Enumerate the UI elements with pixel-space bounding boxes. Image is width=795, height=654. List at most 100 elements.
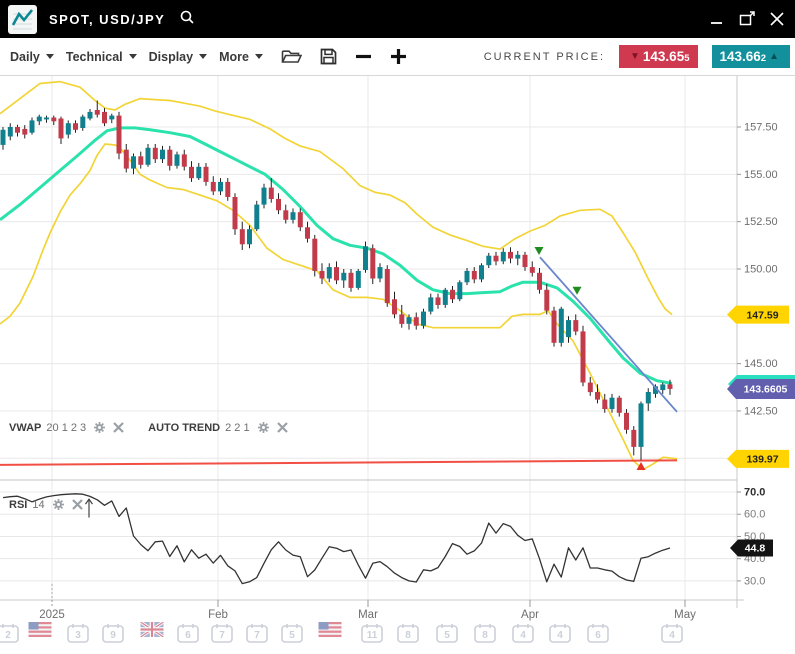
arrow-down-icon: ▼ bbox=[630, 51, 640, 62]
candle bbox=[218, 178, 223, 195]
candle bbox=[537, 268, 542, 294]
candle bbox=[59, 117, 64, 144]
candle bbox=[552, 307, 557, 347]
candle bbox=[639, 402, 644, 461]
ask-price-pip: 2 bbox=[761, 53, 766, 64]
calendar-event-icon[interactable]: 11 bbox=[360, 622, 384, 649]
svg-text:7: 7 bbox=[219, 630, 225, 641]
candle bbox=[320, 263, 325, 284]
calendar-event-icon[interactable]: 7 bbox=[210, 622, 234, 649]
calendar-event-icon[interactable]: 2 bbox=[0, 622, 20, 649]
menu-display[interactable]: Display bbox=[149, 50, 207, 64]
close-icon[interactable] bbox=[769, 11, 785, 27]
candle bbox=[298, 208, 303, 231]
minimize-icon[interactable] bbox=[709, 11, 725, 27]
candle bbox=[515, 251, 520, 265]
candle bbox=[349, 269, 354, 292]
candle bbox=[494, 252, 499, 265]
candle bbox=[167, 146, 172, 171]
candle bbox=[385, 265, 390, 307]
candle bbox=[341, 269, 346, 288]
candle bbox=[356, 269, 361, 290]
candle bbox=[66, 120, 71, 138]
svg-text:4: 4 bbox=[520, 630, 526, 641]
calendar-event-icon[interactable]: 9 bbox=[101, 622, 125, 649]
candle bbox=[8, 123, 13, 140]
us-flag-icon[interactable] bbox=[29, 622, 52, 642]
rsi-indicator-params: 14 bbox=[32, 499, 44, 511]
candle bbox=[450, 286, 455, 303]
candle bbox=[457, 280, 462, 301]
uk-flag-icon[interactable] bbox=[141, 622, 164, 642]
candle bbox=[501, 248, 506, 264]
calendar-event-icon[interactable]: 3 bbox=[66, 622, 90, 649]
vwap-settings-gear-icon[interactable] bbox=[93, 421, 106, 434]
candle bbox=[399, 305, 404, 328]
menu-technical-label: Technical bbox=[66, 50, 123, 64]
candle bbox=[146, 144, 151, 167]
chevron-down-icon bbox=[46, 54, 54, 59]
bid-price-badge: ▼ 143.65 5 bbox=[619, 45, 698, 68]
calendar-event-icon[interactable]: 4 bbox=[548, 622, 572, 649]
candle bbox=[109, 114, 114, 124]
candle bbox=[233, 193, 238, 235]
candle bbox=[283, 205, 288, 224]
popout-icon[interactable] bbox=[739, 11, 755, 27]
calendar-event-icon[interactable]: 5 bbox=[435, 622, 459, 649]
ask-price-value: 143.66 bbox=[720, 49, 761, 64]
us-flag-icon[interactable] bbox=[319, 622, 342, 642]
candle bbox=[392, 292, 397, 319]
rsi-indicator-label: RSI bbox=[9, 499, 27, 511]
economic-events-row: 2 3 9 6 bbox=[0, 618, 795, 654]
calendar-event-icon[interactable]: 4 bbox=[511, 622, 535, 649]
vwap-indicator-label: VWAP bbox=[9, 422, 41, 434]
candle bbox=[327, 263, 332, 282]
chart-area[interactable]: 157.50155.00152.50150.00145.00142.5070.0… bbox=[0, 76, 795, 654]
chevron-down-icon bbox=[129, 54, 137, 59]
candle bbox=[124, 144, 129, 172]
menu-technical[interactable]: Technical bbox=[66, 50, 137, 64]
candle bbox=[631, 426, 636, 455]
candle bbox=[240, 222, 245, 250]
price-rsi-plot: 157.50155.00152.50150.00145.00142.5070.0… bbox=[0, 76, 795, 654]
menu-timeframe[interactable]: Daily bbox=[10, 50, 54, 64]
auto-trend-remove-icon[interactable] bbox=[277, 422, 288, 433]
zoom-in-icon[interactable] bbox=[390, 48, 407, 65]
calendar-event-icon[interactable]: 4 bbox=[660, 622, 684, 649]
rsi-settings-gear-icon[interactable] bbox=[52, 498, 65, 511]
candle bbox=[602, 394, 607, 413]
buy-signal-triangle-icon bbox=[637, 462, 646, 470]
calendar-event-icon[interactable]: 6 bbox=[176, 622, 200, 649]
open-folder-icon[interactable] bbox=[281, 49, 302, 65]
calendar-event-icon[interactable]: 6 bbox=[586, 622, 610, 649]
save-icon[interactable] bbox=[320, 48, 337, 65]
candle bbox=[102, 108, 107, 126]
candle bbox=[588, 377, 593, 396]
menu-more[interactable]: More bbox=[219, 50, 263, 64]
calendar-event-icon[interactable]: 7 bbox=[245, 622, 269, 649]
svg-text:4: 4 bbox=[557, 630, 563, 641]
calendar-event-icon[interactable]: 8 bbox=[473, 622, 497, 649]
rsi-value-badge-text: 44.8 bbox=[745, 543, 766, 555]
calendar-event-icon[interactable]: 5 bbox=[280, 622, 304, 649]
vwap-remove-icon[interactable] bbox=[113, 422, 124, 433]
menu-timeframe-label: Daily bbox=[10, 50, 40, 64]
price-tick-label: 157.50 bbox=[744, 122, 778, 134]
svg-text:2: 2 bbox=[5, 630, 11, 641]
rsi-legend-row: RSI 14 bbox=[9, 498, 83, 511]
auto-trend-settings-gear-icon[interactable] bbox=[257, 421, 270, 434]
bid-price-value: 143.65 bbox=[643, 49, 684, 64]
calendar-event-icon[interactable]: 8 bbox=[396, 622, 420, 649]
bollinger-value-badge-text: 147.59 bbox=[746, 309, 778, 321]
rsi-remove-icon[interactable] bbox=[72, 499, 83, 510]
candle bbox=[660, 383, 665, 394]
candle bbox=[312, 235, 317, 277]
candle bbox=[30, 118, 35, 135]
zoom-out-icon[interactable] bbox=[355, 48, 372, 65]
candle bbox=[559, 307, 564, 347]
candle bbox=[204, 163, 209, 186]
search-icon[interactable] bbox=[179, 9, 195, 30]
auto-trend-indicator-params: 2 2 1 bbox=[225, 422, 249, 434]
candle bbox=[175, 152, 180, 169]
candle bbox=[610, 394, 615, 413]
